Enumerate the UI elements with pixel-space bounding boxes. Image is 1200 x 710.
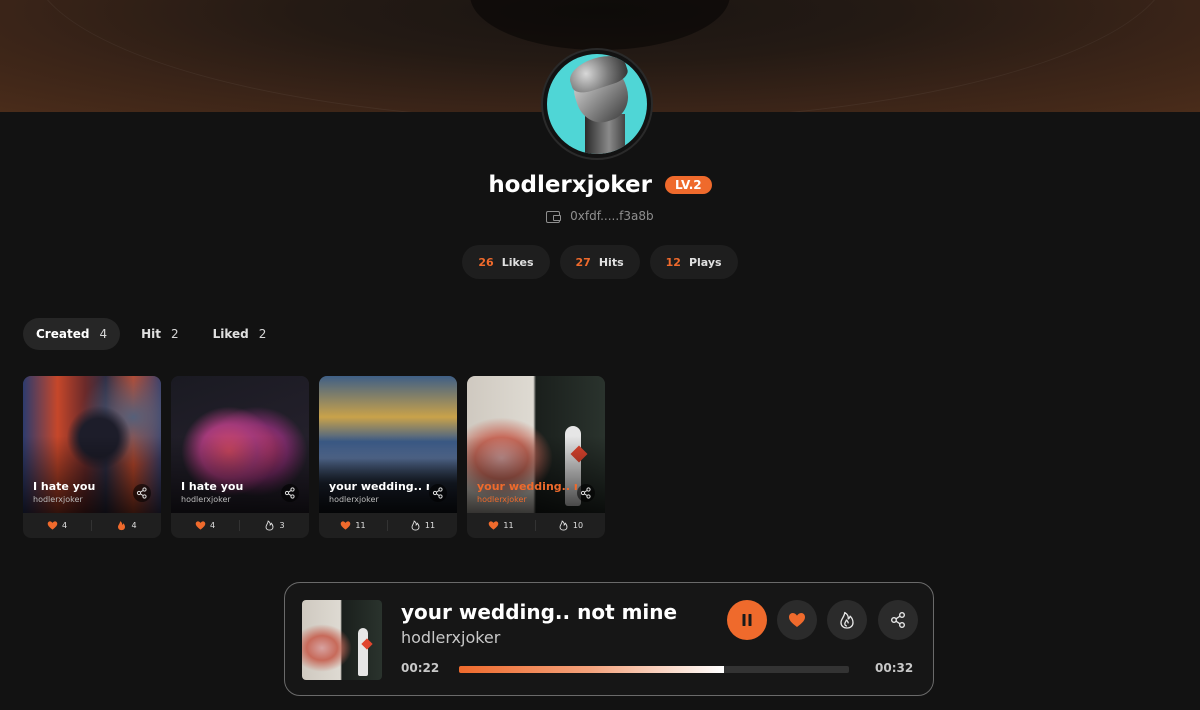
track-likes: 11 (319, 520, 388, 531)
level-badge: LV.2 (665, 176, 712, 194)
stat-likes-value: 26 (478, 255, 494, 269)
track-stats: 11 11 (319, 513, 457, 538)
track-stats: 4 4 (23, 513, 161, 538)
stat-likes: 26 Likes (462, 245, 550, 279)
tab-created-count: 4 (99, 327, 108, 341)
share-icon[interactable] (577, 484, 595, 502)
track-likes-count: 11 (503, 521, 514, 530)
avatar (541, 48, 653, 160)
profile-stats: 26 Likes 27 Hits 12 Plays (0, 245, 1200, 279)
now-playing-title: your wedding.. not mine (401, 600, 678, 624)
tab-hit[interactable]: Hit 2 (128, 318, 192, 350)
track-card[interactable]: I hate you hodlerxjoker 4 3 (171, 376, 309, 538)
track-likes-count: 4 (61, 521, 68, 530)
track-card[interactable]: I hate you hodlerxjoker 4 4 (23, 376, 161, 538)
like-button[interactable] (777, 600, 817, 640)
track-hits-count: 3 (279, 521, 285, 530)
track-likes: 4 (23, 520, 92, 531)
track-author: hodlerxjoker (329, 495, 379, 504)
track-stats: 4 3 (171, 513, 309, 538)
track-hits: 10 (536, 520, 605, 531)
current-time: 00:22 (401, 661, 440, 675)
heart-icon (195, 521, 206, 530)
duration: 00:32 (875, 661, 914, 675)
share-button[interactable] (878, 600, 918, 640)
tab-hit-label: Hit (141, 327, 161, 341)
share-icon[interactable] (133, 484, 151, 502)
track-likes-count: 11 (355, 521, 366, 530)
track-hits: 4 (92, 520, 161, 531)
progress-fill (459, 666, 725, 673)
track-author: hodlerxjoker (33, 495, 83, 504)
track-hits: 11 (388, 520, 457, 531)
track-hits-count: 10 (572, 521, 584, 530)
stat-hits-label: Hits (598, 255, 624, 269)
stat-plays: 12 Plays (649, 245, 738, 279)
heart-icon (47, 521, 58, 530)
stat-likes-label: Likes (501, 255, 534, 269)
wallet-address-row: 0xfdf.....f3a8b (0, 209, 1200, 223)
tabs: Created 4 Hit 2 Liked 2 (23, 318, 279, 350)
track-likes: 4 (171, 520, 240, 531)
track-author: hodlerxjoker (181, 495, 231, 504)
share-icon (891, 612, 905, 628)
heart-icon (489, 521, 499, 530)
flame-icon (559, 520, 568, 531)
stat-plays-label: Plays (688, 255, 722, 269)
stat-plays-value: 12 (665, 255, 681, 269)
tab-hit-count: 2 (170, 327, 179, 341)
now-playing-artist: hodlerxjoker (401, 628, 501, 647)
hit-button[interactable] (827, 600, 867, 640)
flame-icon (118, 521, 126, 531)
track-likes: 11 (467, 520, 536, 531)
track-author: hodlerxjoker (477, 495, 527, 504)
track-title: your wedding.. not mine (477, 480, 577, 493)
share-icon[interactable] (429, 484, 447, 502)
tab-created-label: Created (36, 327, 90, 341)
heart-icon (341, 521, 351, 530)
track-title: I hate you (33, 480, 96, 493)
username-row: hodlerxjoker LV.2 (0, 172, 1200, 198)
track-card[interactable]: your wedding.. not mine hodlerxjoker 11 … (319, 376, 457, 538)
flame-icon (266, 520, 274, 531)
share-icon[interactable] (281, 484, 299, 502)
track-title: I hate you (181, 480, 244, 493)
stat-hits-value: 27 (575, 255, 591, 269)
wallet-icon (546, 210, 562, 223)
heart-icon (789, 613, 805, 627)
flame-icon (411, 520, 420, 531)
tab-created[interactable]: Created 4 (23, 318, 121, 350)
pause-icon (742, 614, 752, 626)
now-playing-bar: your wedding.. not mine hodlerxjoker 00:… (284, 582, 934, 696)
username: hodlerxjoker (488, 172, 652, 198)
track-likes-count: 4 (209, 521, 216, 530)
now-playing-cover (302, 600, 382, 680)
tab-liked-count: 2 (258, 327, 267, 341)
track-grid: I hate you hodlerxjoker 4 4 I hate you h… (23, 376, 605, 538)
track-card-playing[interactable]: your wedding.. not mine hodlerxjoker 11 … (467, 376, 605, 538)
wallet-address: 0xfdf.....f3a8b (570, 209, 654, 223)
progress-bar[interactable] (459, 666, 849, 673)
flame-icon (840, 611, 854, 629)
track-hits-count: 11 (424, 521, 436, 530)
tab-liked[interactable]: Liked 2 (200, 318, 280, 350)
track-hits-count: 4 (131, 521, 137, 530)
tab-liked-label: Liked (212, 327, 249, 341)
stat-hits: 27 Hits (559, 245, 640, 279)
pause-button[interactable] (727, 600, 767, 640)
track-stats: 11 10 (467, 513, 605, 538)
track-title: your wedding.. not mine (329, 480, 429, 493)
track-hits: 3 (240, 520, 309, 531)
